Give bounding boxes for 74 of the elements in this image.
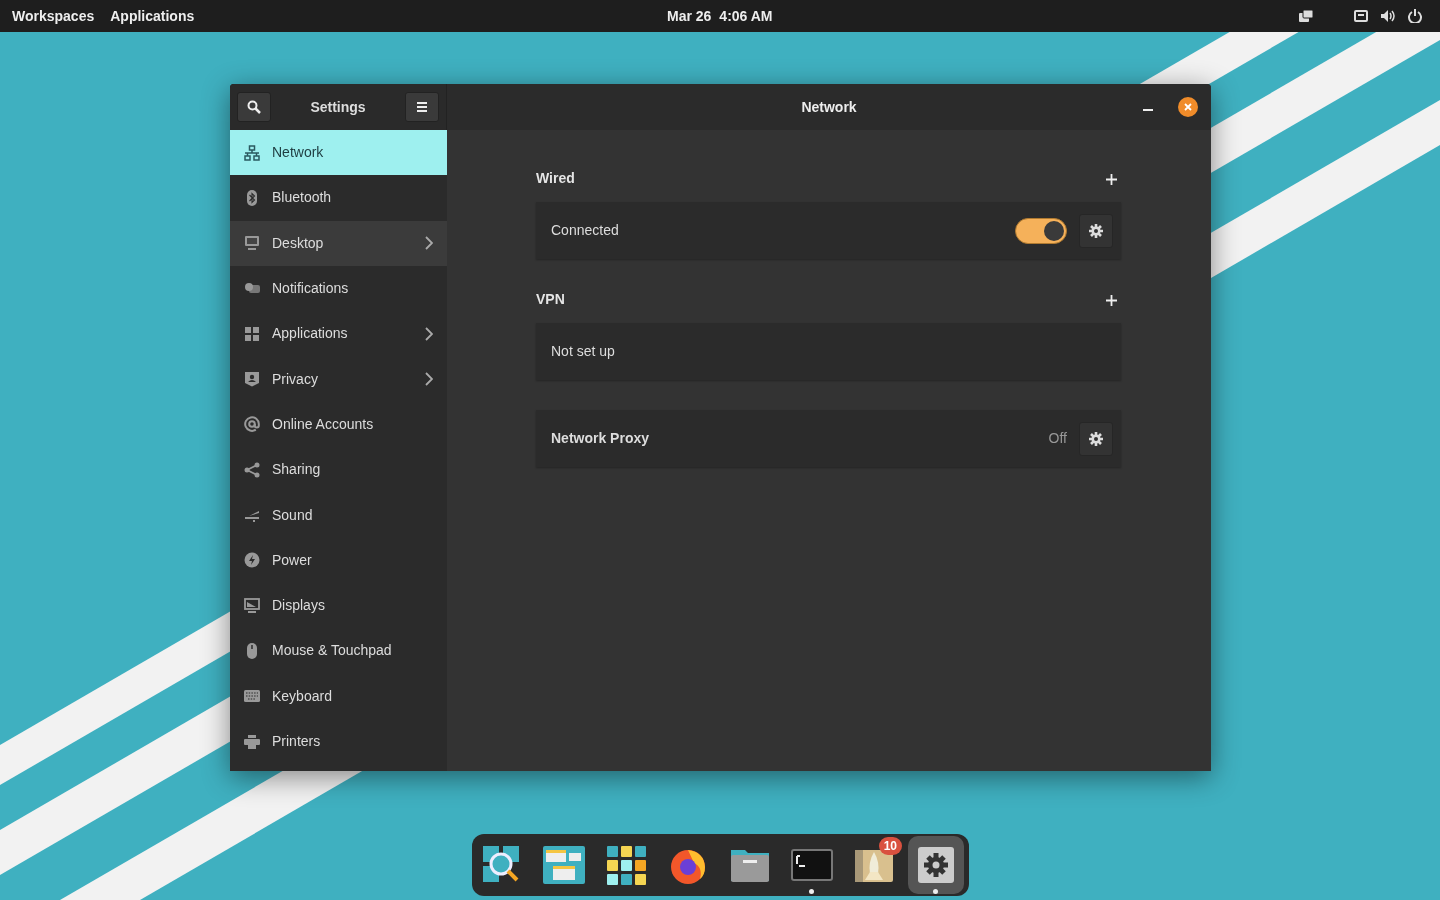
menu-button[interactable] [405,92,439,122]
printer-icon [244,734,260,749]
time-text: 4:06 AM [719,6,773,26]
sidebar-title: Settings [310,97,366,117]
at-sign-icon [244,416,260,433]
close-icon [1184,103,1192,111]
terminal-icon [791,849,833,881]
chevron-icon [425,236,433,251]
plus-icon [1105,295,1117,307]
grid-icon [245,326,259,341]
sidebar-item[interactable]: Sound [230,492,447,538]
dock-app[interactable]: 10 [846,836,902,894]
sidebar-item[interactable]: Network [230,130,447,176]
lightning-icon [244,552,260,568]
section-title: Wired [536,168,575,188]
gear-icon [918,847,954,883]
search-button[interactable] [237,92,271,122]
gear-icon [1089,431,1103,446]
sidebar-item[interactable]: Bluetooth [230,175,447,221]
network-icon [1354,9,1368,23]
close-button[interactable] [1178,97,1198,117]
chevron-icon [425,372,433,387]
notification-count: 10 [878,837,902,855]
sidebar-item[interactable]: Keyboard [230,673,447,719]
plus-icon [1105,174,1117,186]
menu-icon [416,101,428,113]
bluetooth-icon [247,189,257,206]
sidebar-item[interactable]: Desktop [230,220,447,266]
chat-bubbles-icon [245,282,260,293]
sidebar-item[interactable]: Power [230,537,447,583]
sidebar-item[interactable]: Sharing [230,447,447,493]
share-icon [244,462,260,478]
fox-globe-icon [671,850,705,884]
windows-app-icon [543,846,585,884]
sidebar-item[interactable]: Applications [230,311,447,357]
workspaces-button[interactable]: Workspaces [12,5,95,27]
monitor-icon [245,236,259,251]
applications-button[interactable]: Applications [110,5,195,27]
sidebar-item[interactable]: Privacy [230,356,447,402]
folder-icon [731,850,769,882]
app-grid-icon [607,846,646,885]
volume-icon [1380,9,1396,23]
mouse-icon [247,642,257,659]
running-indicator [809,889,814,894]
toggle-switch[interactable] [1015,217,1067,244]
rocket-icon [855,850,893,882]
power-icon [1408,9,1422,23]
dock-app[interactable] [908,836,964,894]
network-icon [244,144,260,161]
gear-icon [1089,223,1103,238]
windows-icon [1298,9,1314,23]
running-indicator [933,889,938,894]
window-title: Network [801,97,857,117]
sidebar-item[interactable]: Mouse & Touchpad [230,628,447,674]
sliders-icon [245,511,259,522]
search-icon [247,100,261,114]
row-title: Network Proxy [551,429,651,448]
sidebar-item[interactable]: Notifications [230,265,447,312]
status-text: Off [1048,429,1067,448]
settings-button[interactable] [1079,421,1113,456]
date-text: Mar 26 [667,6,712,26]
minimize-icon [1143,109,1153,111]
row-label: Connected [551,221,620,240]
chevron-icon [425,326,433,341]
sidebar-item[interactable]: Online Accounts [230,401,447,448]
sidebar-item[interactable]: Displays [230,582,447,629]
settings-button[interactable] [1079,213,1113,248]
section-title: VPN [536,289,565,309]
row-label: Not set up [551,342,616,361]
display-icon [244,597,260,613]
shield-person-icon [245,372,259,387]
keyboard-icon [244,690,260,703]
search-app-icon [483,846,519,882]
sidebar-item[interactable]: Printers [230,718,447,765]
